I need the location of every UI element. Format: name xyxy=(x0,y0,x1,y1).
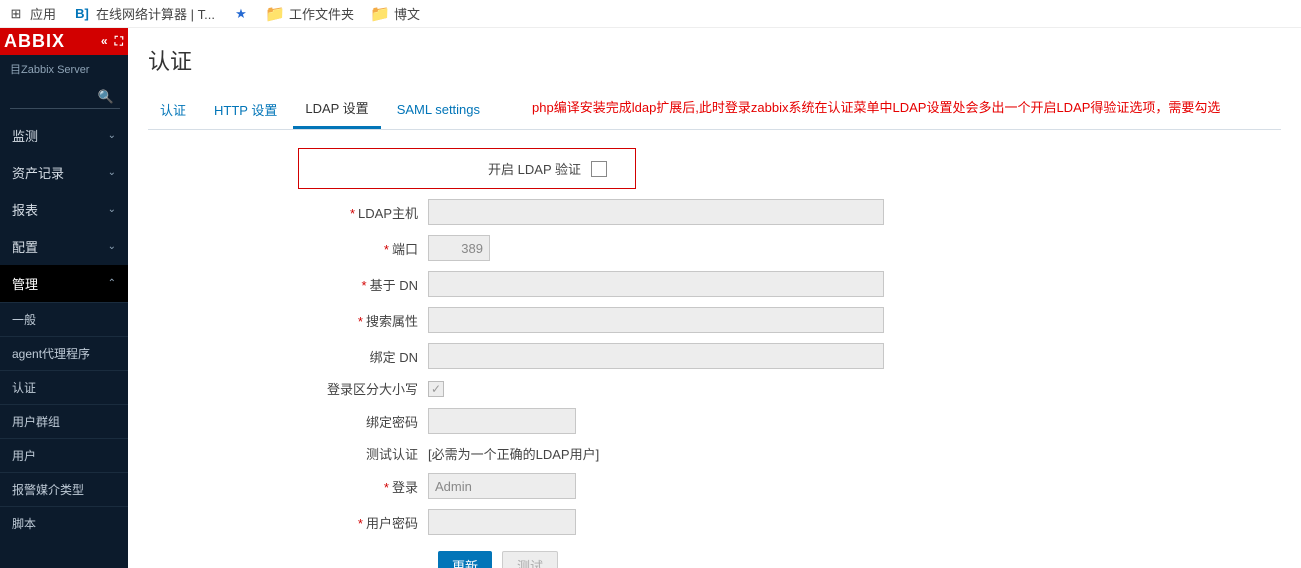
collapse-icon[interactable]: « xyxy=(101,34,109,49)
port-label: 端口 xyxy=(392,242,418,257)
login-input[interactable] xyxy=(428,473,576,499)
bookmark-label: 在线网络计算器 | T... xyxy=(96,4,215,23)
sidebar: ABBIX « ⛶ 目Zabbix Server 🔍 监测 ⌄ 资产记录 ⌄ 报… xyxy=(0,28,128,568)
ldap-form: 开启 LDAP 验证 *LDAP主机 *端口 *基于 DN *搜索属性 xyxy=(148,148,1281,568)
user-pwd-input[interactable] xyxy=(428,509,576,535)
search-icon: 🔍 xyxy=(98,89,114,105)
base-dn-input[interactable] xyxy=(428,271,884,297)
subnav-media-types[interactable]: 报警媒介类型 xyxy=(0,472,128,506)
chevron-down-icon: ⌄ xyxy=(108,204,116,215)
case-sensitive-label: 登录区分大小写 xyxy=(327,382,418,397)
calc-icon: B] xyxy=(74,6,90,22)
page-title: 认证 xyxy=(148,44,1281,76)
annotation-text: php编译安装完成ldap扩展后,此时登录zabbix系统在认证菜单中LDAP设… xyxy=(532,97,1220,122)
subnav-user-groups[interactable]: 用户群组 xyxy=(0,404,128,438)
nav-label: 报表 xyxy=(12,200,38,219)
test-auth-label: 测试认证 xyxy=(366,447,418,462)
expand-icon[interactable]: ⛶ xyxy=(115,34,124,49)
bookmark-blog-folder[interactable]: 📁 博文 xyxy=(372,4,420,23)
nav-label: 资产记录 xyxy=(12,163,64,182)
bind-pwd-input[interactable] xyxy=(428,408,576,434)
admin-subnav: 一般 agent代理程序 认证 用户群组 用户 报警媒介类型 脚本 xyxy=(0,302,128,540)
base-dn-label: 基于 DN xyxy=(370,278,418,293)
nav-reports[interactable]: 报表 ⌄ xyxy=(0,191,128,228)
bookmark-apps[interactable]: ⊞ 应用 xyxy=(8,4,56,23)
search-button[interactable]: 🔍 xyxy=(10,85,120,109)
content: 认证 认证 HTTP 设置 LDAP 设置 SAML settings php编… xyxy=(128,28,1301,568)
subnav-users[interactable]: 用户 xyxy=(0,438,128,472)
nav-label: 管理 xyxy=(12,274,38,293)
bookmark-calculator[interactable]: B] 在线网络计算器 | T... xyxy=(74,4,215,23)
chevron-down-icon: ⌄ xyxy=(108,130,116,141)
nav-monitoring[interactable]: 监测 ⌄ xyxy=(0,117,128,154)
tab-saml[interactable]: SAML settings xyxy=(385,94,492,126)
bookmark-label: 应用 xyxy=(30,4,56,23)
star-icon: ★ xyxy=(233,6,249,22)
bind-pwd-label: 绑定密码 xyxy=(366,415,418,430)
subnav-scripts[interactable]: 脚本 xyxy=(0,506,128,540)
subnav-agent-proxy[interactable]: agent代理程序 xyxy=(0,336,128,370)
bookmark-star[interactable]: ★ xyxy=(233,6,249,22)
bookmark-label: 工作文件夹 xyxy=(289,4,354,23)
bookmark-work-folder[interactable]: 📁 工作文件夹 xyxy=(267,4,354,23)
login-label: 登录 xyxy=(392,480,418,495)
enable-ldap-checkbox[interactable] xyxy=(591,161,607,177)
nav-admin[interactable]: 管理 ⌃ xyxy=(0,265,128,302)
nav-inventory[interactable]: 资产记录 ⌄ xyxy=(0,154,128,191)
enable-ldap-label: 开启 LDAP 验证 xyxy=(488,159,581,178)
host-label: LDAP主机 xyxy=(358,206,418,221)
search-attr-label: 搜索属性 xyxy=(366,314,418,329)
bind-dn-label: 绑定 DN xyxy=(370,350,418,365)
tab-auth[interactable]: 认证 xyxy=(148,92,198,128)
apps-icon: ⊞ xyxy=(8,6,24,22)
nav-config[interactable]: 配置 ⌄ xyxy=(0,228,128,265)
server-name: 目Zabbix Server xyxy=(0,55,128,85)
case-sensitive-checkbox xyxy=(428,381,444,397)
subnav-auth[interactable]: 认证 xyxy=(0,370,128,404)
test-button: 测试 xyxy=(502,551,558,568)
nav: 监测 ⌄ 资产记录 ⌄ 报表 ⌄ 配置 ⌄ 管理 ⌃ 一般 agent代理程序 xyxy=(0,117,128,540)
nav-label: 监测 xyxy=(12,126,38,145)
folder-icon: 📁 xyxy=(372,6,388,22)
bookmark-bar: ⊞ 应用 B] 在线网络计算器 | T... ★ 📁 工作文件夹 📁 博文 xyxy=(0,0,1301,28)
bookmark-label: 博文 xyxy=(394,4,420,23)
search-attr-input[interactable] xyxy=(428,307,884,333)
ldap-host-input[interactable] xyxy=(428,199,884,225)
logo-bar: ABBIX « ⛶ xyxy=(0,28,128,55)
enable-ldap-highlight: 开启 LDAP 验证 xyxy=(298,148,636,189)
update-button[interactable]: 更新 xyxy=(438,551,492,568)
user-pwd-label: 用户密码 xyxy=(366,516,418,531)
subnav-general[interactable]: 一般 xyxy=(0,302,128,336)
chevron-down-icon: ⌄ xyxy=(108,167,116,178)
tabs: 认证 HTTP 设置 LDAP 设置 SAML settings php编译安装… xyxy=(148,90,1281,130)
test-auth-note: [必需为一个正确的LDAP用户] xyxy=(428,444,599,463)
tab-ldap[interactable]: LDAP 设置 xyxy=(293,90,380,129)
chevron-down-icon: ⌄ xyxy=(108,241,116,252)
ldap-port-input[interactable] xyxy=(428,235,490,261)
logo-text: ABBIX xyxy=(4,31,65,52)
folder-icon: 📁 xyxy=(267,6,283,22)
nav-label: 配置 xyxy=(12,237,38,256)
bind-dn-input[interactable] xyxy=(428,343,884,369)
chevron-up-icon: ⌃ xyxy=(108,278,116,289)
tab-http[interactable]: HTTP 设置 xyxy=(202,92,289,128)
